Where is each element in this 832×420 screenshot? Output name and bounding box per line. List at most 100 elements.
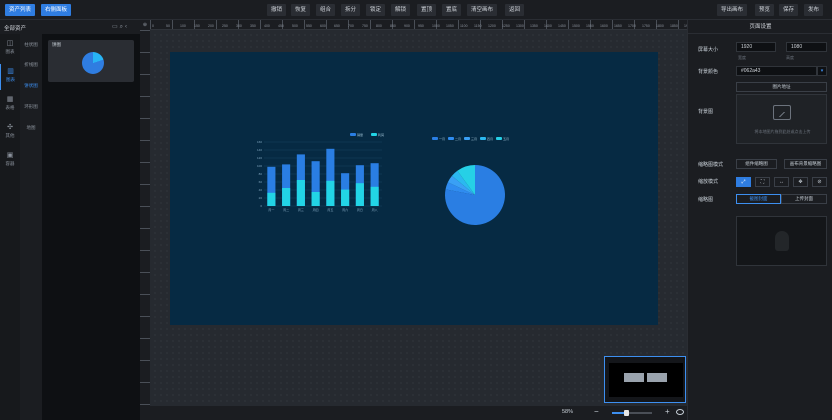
vertical-ruler[interactable] (140, 30, 150, 420)
pie-legend-swatch[interactable] (464, 137, 470, 140)
back-button[interactable]: 返回 (505, 4, 525, 16)
pie-legend-label: 二月 (455, 137, 461, 141)
upload-cover-button[interactable]: 上传封面 (781, 194, 827, 204)
pie-legend-swatch[interactable] (480, 137, 486, 140)
fit-cover-icon[interactable]: ⤢ (736, 177, 751, 187)
subcategory-line[interactable]: 折线图 (20, 62, 42, 68)
undo-button[interactable]: 撤销 (267, 4, 287, 16)
redo-button[interactable]: 恢复 (291, 4, 311, 16)
pie-thumbnail-icon (82, 52, 104, 74)
subcategory-bar[interactable]: 柱状图 (20, 42, 42, 48)
widget-icon: ✣ (7, 124, 13, 131)
chevron-down-icon[interactable]: ▾ (817, 66, 827, 76)
ruler-corner-icon[interactable]: ⊕ (140, 20, 150, 30)
bar-series-2[interactable] (296, 180, 305, 206)
category-table[interactable]: ▦ 表格 (0, 92, 20, 118)
export-canvas-button[interactable]: 导出画布 (717, 4, 748, 16)
ruler-label: 0 (152, 24, 154, 28)
zoom-out-icon[interactable]: − (594, 407, 599, 416)
preview-button[interactable]: 预览 (755, 4, 775, 16)
save-button[interactable]: 保存 (779, 4, 799, 16)
pie-legend-label: 五月 (503, 137, 509, 141)
bring-front-button[interactable]: 置顶 (417, 4, 437, 16)
fit-width-icon[interactable]: ↔ (774, 177, 789, 187)
screen-size-label: 屏幕大小 (698, 47, 719, 53)
bg-color-field[interactable]: #062a43 ▾ (736, 66, 827, 76)
pie-legend-swatch[interactable] (432, 137, 438, 140)
category-label: 其他 (5, 133, 15, 138)
folder-icon[interactable]: ▭ (112, 24, 120, 30)
subcategory-ring[interactable]: 环形图 (20, 104, 42, 110)
zoom-in-icon[interactable]: + (665, 407, 670, 416)
send-back-button[interactable]: 置底 (442, 4, 462, 16)
ungroup-button[interactable]: 拆分 (341, 4, 361, 16)
fit-mode-label: 缩放模式 (698, 179, 719, 185)
height-input[interactable]: 1080 (786, 42, 827, 52)
subcategory-map[interactable]: 地图 (20, 125, 42, 131)
subcategory-pie[interactable]: 饼状图 (20, 83, 42, 89)
zoom-level[interactable]: 58% (562, 409, 573, 415)
ruler-label: 250 (222, 24, 228, 28)
ruler-label: 50 (166, 24, 170, 28)
category-other[interactable]: ✣ 其他 (0, 120, 20, 146)
bar-series-2[interactable] (355, 183, 364, 206)
bg-image-upload[interactable]: 将本地图片拖到此处或点击上传 (736, 94, 827, 144)
pie-chart-thumbnail[interactable]: 饼图 (48, 40, 134, 82)
fit-height-icon[interactable]: ✥ (793, 177, 808, 187)
ruler-label: 1800 (656, 24, 664, 28)
bg-color-input[interactable]: #062a43 (736, 66, 817, 76)
cover-preview[interactable] (736, 216, 827, 266)
ruler-label: 550 (306, 24, 312, 28)
bar-series-2[interactable] (311, 192, 320, 206)
asset-list-button[interactable]: 资产列表 (5, 4, 36, 16)
ruler-label: 1000 (432, 24, 440, 28)
unlock-button[interactable]: 解锁 (391, 4, 411, 16)
category-bar-chart[interactable]: ▥ 图表 (0, 64, 20, 90)
bg-image-label: 背景图 (698, 109, 714, 115)
publish-button[interactable]: 发布 (804, 4, 824, 16)
minimap[interactable] (604, 356, 686, 403)
eye-icon[interactable] (676, 409, 684, 415)
image-icon (773, 105, 791, 120)
bar-y-tick: 0 (260, 204, 262, 208)
bar-legend-swatch[interactable] (350, 133, 356, 136)
thumbnail-label: 饼图 (52, 42, 61, 47)
width-input[interactable]: 1920 (736, 42, 776, 52)
pie-legend-swatch[interactable] (496, 137, 502, 140)
table-icon: ▦ (6, 96, 14, 103)
cover-label: 缩略图 (698, 197, 714, 203)
lock-button[interactable]: 锁定 (366, 4, 386, 16)
screenshot-cover-button[interactable]: 截图封面 (736, 194, 781, 204)
design-screen[interactable]: 0 20 40 60 80 100 120 140 160 周一 周二 周三 周四 周五 周六 周日 周八 销量 利… (170, 52, 658, 325)
collapse-icon[interactable]: ‹ (125, 24, 129, 30)
fit-contain-icon[interactable]: ⛶ (755, 177, 770, 187)
horizontal-ruler[interactable]: 0 50 100 150 200 250 300 350 400 450 500 550 600 650 7… (150, 20, 692, 30)
bar-series-2[interactable] (326, 180, 335, 206)
bar-series-2[interactable] (282, 188, 291, 206)
bar-series-2[interactable] (267, 192, 276, 206)
bg-color-label: 背景颜色 (698, 69, 719, 75)
group-button[interactable]: 组合 (316, 4, 336, 16)
zoom-bar: 58% − + (150, 406, 687, 420)
pie-legend-label: 一月 (439, 137, 445, 141)
canvas-area: ⊕ 0 50 100 150 200 250 300 350 400 450 500 550 600 65… (140, 20, 692, 420)
canvas-bg-thumb-button[interactable]: 画布背景缩略图 (784, 159, 827, 169)
image-url-button[interactable]: 图片地址 (736, 82, 827, 92)
zoom-slider-handle[interactable] (624, 410, 629, 416)
right-panel-button[interactable]: 右侧面板 (41, 4, 72, 16)
ruler-label: 900 (404, 24, 410, 28)
category-chart[interactable]: ◫ 图表 (0, 36, 20, 62)
bar-legend-swatch[interactable] (371, 133, 377, 136)
bar-series-2[interactable] (341, 189, 350, 206)
component-thumb-button[interactable]: 组件缩略图 (736, 159, 777, 169)
ruler-label: 1450 (558, 24, 566, 28)
category-container[interactable]: ▣ 容器 (0, 148, 20, 174)
bar-series-2[interactable] (370, 186, 379, 206)
clear-canvas-button[interactable]: 清空画布 (467, 4, 498, 16)
ruler-label: 850 (390, 24, 396, 28)
zoom-slider[interactable] (612, 410, 652, 416)
fit-none-icon[interactable]: ⊘ (812, 177, 827, 187)
ruler-label: 1200 (488, 24, 496, 28)
pie-legend-swatch[interactable] (448, 137, 454, 140)
ruler-label: 1250 (502, 24, 510, 28)
